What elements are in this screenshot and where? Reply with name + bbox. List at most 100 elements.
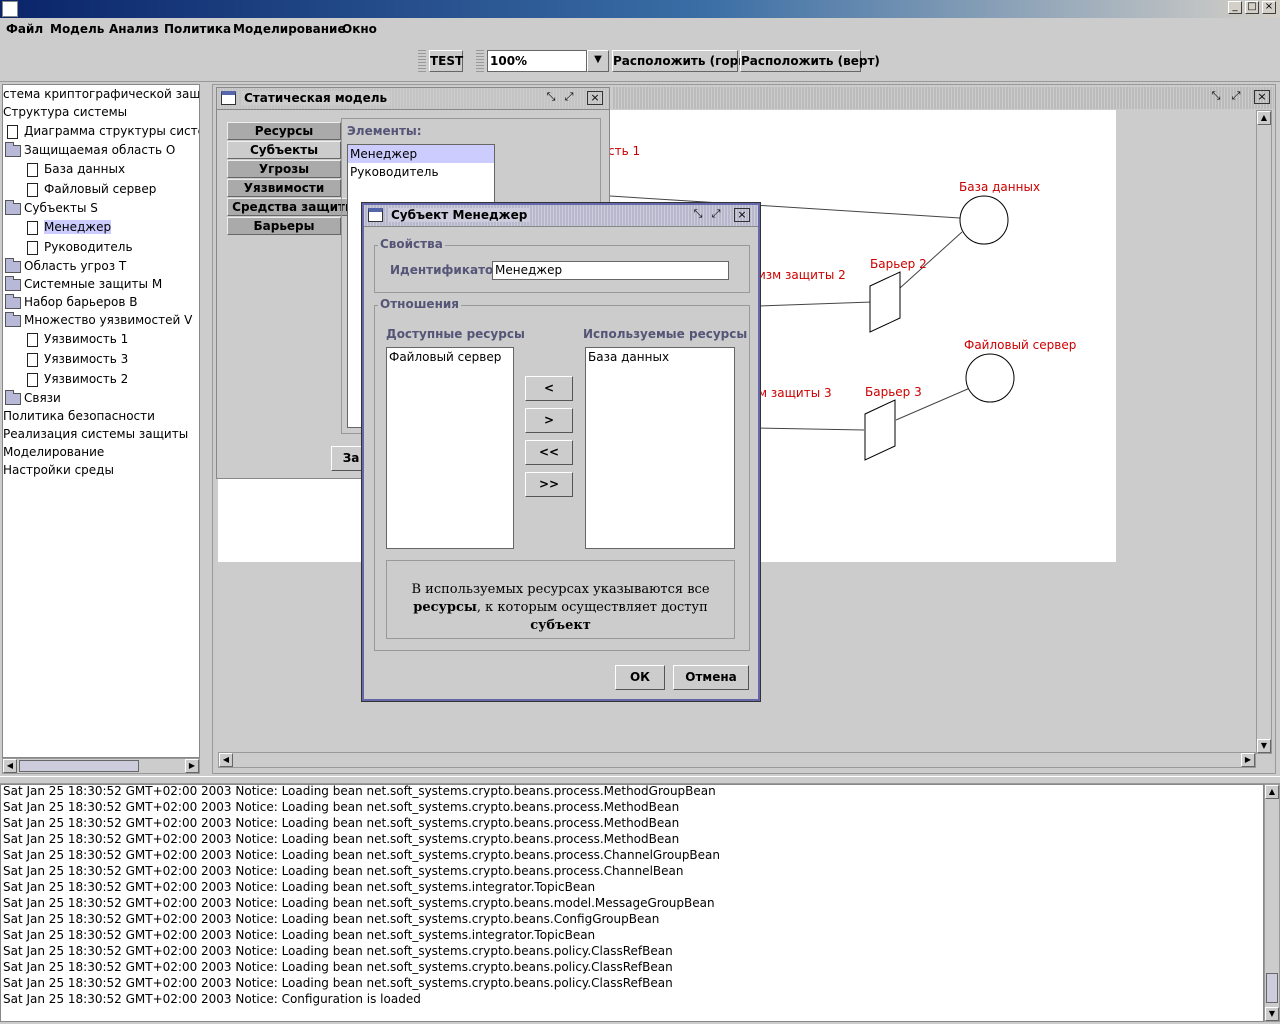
iconify-icon[interactable]: ⤡ bbox=[1208, 90, 1224, 104]
close-icon[interactable]: × bbox=[587, 91, 603, 105]
hint-text-bold: ресурсы bbox=[413, 600, 477, 615]
close-icon[interactable]: × bbox=[1254, 90, 1270, 104]
toolbar-grip[interactable] bbox=[418, 50, 426, 72]
tree-node[interactable]: Реализация системы защиты bbox=[3, 425, 188, 443]
maximize-icon[interactable]: ⤢ bbox=[708, 208, 724, 222]
close-button[interactable]: × bbox=[1262, 1, 1276, 14]
menu-file[interactable]: Файл bbox=[6, 22, 43, 36]
list-item[interactable]: Руководитель bbox=[348, 163, 494, 181]
tree-node[interactable]: Связи bbox=[5, 389, 61, 407]
menu-analysis[interactable]: Анализ bbox=[109, 22, 159, 36]
move-right-button[interactable]: > bbox=[525, 408, 573, 433]
log-line: Sat Jan 25 18:30:52 GMT+02:00 2003 Notic… bbox=[3, 784, 716, 798]
scroll-down-icon[interactable]: ▼ bbox=[1265, 1007, 1279, 1021]
iconify-icon[interactable]: ⤡ bbox=[543, 91, 559, 105]
tab-vulnerabilities[interactable]: Уязвимости bbox=[227, 179, 341, 197]
id-label: Идентификатор: bbox=[390, 263, 507, 277]
tree-horizontal-scrollbar[interactable]: ◀ ▶ bbox=[2, 758, 200, 774]
maximize-icon[interactable]: ⤢ bbox=[561, 91, 577, 105]
tree-node-selected[interactable]: Менеджер bbox=[27, 218, 112, 236]
scrollbar-thumb[interactable] bbox=[1266, 973, 1278, 1003]
window-icon bbox=[221, 91, 236, 105]
zoom-combo[interactable]: 100% bbox=[487, 50, 587, 72]
tree-node[interactable]: Уязвимость 1 bbox=[27, 330, 128, 348]
test-button[interactable]: TEST bbox=[429, 50, 463, 72]
log-vertical-scrollbar[interactable]: ▲ ▼ bbox=[1264, 784, 1280, 1022]
tree-node-label: База данных bbox=[44, 162, 126, 176]
scroll-right-icon[interactable]: ▶ bbox=[185, 759, 199, 773]
tree-node[interactable]: Субъекты S bbox=[5, 199, 98, 217]
diagram-horizontal-scrollbar[interactable]: ◀ ▶ bbox=[218, 752, 1256, 768]
tree-node[interactable]: База данных bbox=[27, 160, 125, 178]
menu-window[interactable]: Окно bbox=[342, 22, 377, 36]
tab-threats[interactable]: Угрозы bbox=[227, 160, 341, 178]
scrollbar-thumb[interactable] bbox=[19, 760, 139, 772]
tree-node[interactable]: Область угроз T bbox=[5, 257, 126, 275]
log-line: Sat Jan 25 18:30:52 GMT+02:00 2003 Notic… bbox=[3, 816, 680, 830]
move-left-button[interactable]: < bbox=[525, 376, 573, 401]
move-all-right-button[interactable]: >> bbox=[525, 472, 573, 497]
tree-node-label: Связи bbox=[24, 391, 61, 405]
tree-node[interactable]: Настройки среды bbox=[3, 461, 114, 479]
static-model-title-bar[interactable]: Статическая модель ⤡ ⤢ × bbox=[217, 88, 609, 110]
scroll-right-icon[interactable]: ▶ bbox=[1241, 753, 1255, 767]
tree-node[interactable]: Структура системы bbox=[3, 103, 127, 121]
menu-modeling[interactable]: Моделирование bbox=[233, 22, 346, 36]
arrange-vertical-button[interactable]: Расположить (верт) bbox=[740, 50, 880, 72]
resource-node-fileserver bbox=[965, 353, 1015, 403]
tree-node[interactable]: Политика безопасности bbox=[3, 407, 155, 425]
split-pane-divider[interactable] bbox=[0, 776, 1280, 784]
tree-node[interactable]: Диаграмма структуры системы bbox=[7, 122, 199, 140]
id-input[interactable]: Менеджер bbox=[492, 261, 729, 280]
list-item[interactable]: Менеджер bbox=[348, 145, 494, 163]
tree-node[interactable]: Защищаемая область O bbox=[5, 141, 175, 159]
chevron-down-icon[interactable]: ▼ bbox=[587, 50, 609, 72]
scroll-down-icon[interactable]: ▼ bbox=[1257, 739, 1271, 753]
tree-node[interactable]: Набор барьеров B bbox=[5, 293, 137, 311]
tree-node[interactable]: Уязвимость 2 bbox=[27, 370, 128, 388]
scroll-up-icon[interactable]: ▲ bbox=[1265, 785, 1279, 799]
arrange-horizontal-button[interactable]: Расположить (гориз) bbox=[612, 50, 759, 72]
scroll-left-icon[interactable]: ◀ bbox=[3, 759, 17, 773]
menu-policy[interactable]: Политика bbox=[164, 22, 231, 36]
folder-icon bbox=[5, 293, 21, 309]
diagram-vertical-scrollbar[interactable]: ▲ ▼ bbox=[1256, 110, 1272, 754]
tab-barriers[interactable]: Барьеры bbox=[227, 217, 341, 235]
tree-node[interactable]: Системные защиты M bbox=[5, 275, 162, 293]
used-resources-list[interactable]: База данных bbox=[585, 347, 735, 549]
tree-node[interactable]: Руководитель bbox=[27, 238, 133, 256]
link-line bbox=[757, 427, 865, 431]
minimize-button[interactable]: _ bbox=[1228, 1, 1242, 14]
close-icon[interactable]: × bbox=[734, 208, 750, 222]
link-line bbox=[757, 301, 873, 307]
dialog-title-bar[interactable]: Субъект Менеджер ⤡ ⤢ × bbox=[364, 205, 758, 227]
tree-node[interactable]: стема криптографической защиты bbox=[3, 85, 199, 103]
log-line: Sat Jan 25 18:30:52 GMT+02:00 2003 Notic… bbox=[3, 976, 673, 990]
tree-node[interactable]: Моделирование bbox=[3, 443, 104, 461]
list-item[interactable]: База данных bbox=[586, 348, 734, 366]
available-resources-list[interactable]: Файловый сервер bbox=[386, 347, 514, 549]
tree-node[interactable]: Уязвимость 3 bbox=[27, 350, 128, 368]
toolbar-grip[interactable] bbox=[476, 50, 484, 72]
log-line: Sat Jan 25 18:30:52 GMT+02:00 2003 Notic… bbox=[3, 992, 421, 1006]
maximize-icon[interactable]: ⤢ bbox=[1228, 90, 1244, 104]
cancel-button[interactable]: Отмена bbox=[673, 665, 749, 690]
tree-node-label: Множество уязвимостей V bbox=[24, 313, 193, 327]
ok-button[interactable]: ОК bbox=[615, 665, 665, 690]
tree-node-label: Субъекты S bbox=[24, 201, 98, 215]
iconify-icon[interactable]: ⤡ bbox=[690, 208, 706, 222]
list-item[interactable]: Файловый сервер bbox=[387, 348, 513, 366]
scroll-up-icon[interactable]: ▲ bbox=[1257, 111, 1271, 125]
tree-node[interactable]: Файловый сервер bbox=[27, 180, 156, 198]
scroll-left-icon[interactable]: ◀ bbox=[219, 753, 233, 767]
log-line: Sat Jan 25 18:30:52 GMT+02:00 2003 Notic… bbox=[3, 928, 596, 942]
menu-model[interactable]: Модель bbox=[50, 22, 104, 36]
tab-subjects[interactable]: Субъекты bbox=[227, 141, 341, 159]
move-all-left-button[interactable]: << bbox=[525, 440, 573, 465]
tree-node-label: Защищаемая область O bbox=[24, 143, 176, 157]
document-icon bbox=[7, 124, 18, 139]
tree-node[interactable]: Множество уязвимостей V bbox=[5, 311, 192, 329]
maximize-button[interactable]: □ bbox=[1245, 1, 1259, 14]
model-tree[interactable]: стема криптографической защиты Структура… bbox=[2, 84, 200, 758]
tab-resources[interactable]: Ресурсы bbox=[227, 122, 341, 140]
